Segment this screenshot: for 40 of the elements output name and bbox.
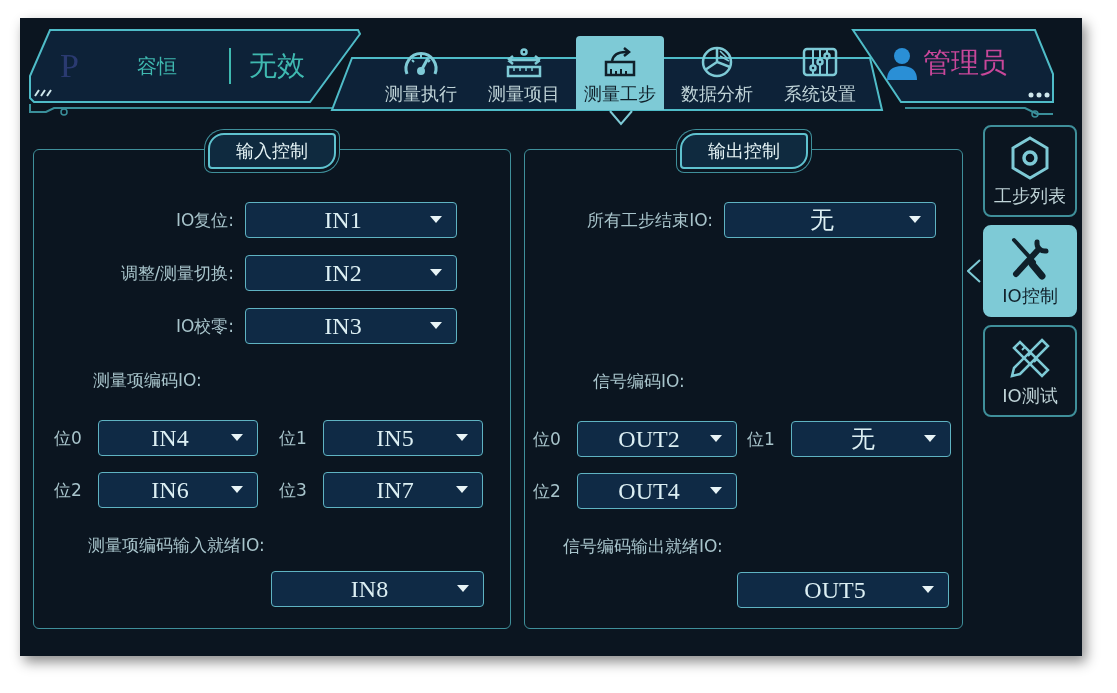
bit-label: 位3	[279, 478, 308, 502]
section-label: 测量项编码输入就绪IO:	[88, 534, 265, 557]
dropdown-field[interactable]: IN1	[245, 202, 457, 238]
dropdown-field[interactable]: IN5	[323, 420, 483, 456]
dropdown-field[interactable]: OUT4	[577, 473, 737, 509]
dropdown-field[interactable]: OUT5	[737, 572, 949, 608]
dropdown-field[interactable]: IN4	[98, 420, 258, 456]
dropdown-field[interactable]: OUT2	[577, 421, 737, 457]
dropdown-field[interactable]: 无	[791, 421, 951, 457]
side-tab[interactable]: 工步列表	[983, 125, 1077, 217]
status-text: 无效	[248, 48, 305, 84]
field-label: IO复位:	[174, 208, 234, 232]
bit-label: 位0	[54, 426, 83, 450]
nav-tab[interactable]: 数据分析	[666, 36, 767, 110]
field-label: 所有工步结束IO:	[586, 208, 713, 232]
dropdown-field[interactable]: IN3	[245, 308, 457, 344]
bit-label: 位2	[54, 478, 83, 502]
nav-tab[interactable]: 测量项目	[473, 36, 574, 110]
section-label: 信号编码输出就绪IO:	[563, 535, 723, 558]
side-tab[interactable]: IO测试	[983, 325, 1077, 417]
dropdown-field[interactable]: IN7	[323, 472, 483, 508]
side-tab[interactable]: IO控制	[983, 225, 1077, 317]
nav-tab[interactable]: 测量执行	[370, 36, 471, 110]
bit-label: 位1	[279, 426, 308, 450]
section-label: 信号编码IO:	[593, 370, 685, 393]
field-label: 调整/测量切换:	[119, 261, 234, 285]
bit-label: 位0	[533, 427, 562, 451]
dropdown-field[interactable]: IN2	[245, 255, 457, 291]
field-label: IO校零:	[174, 314, 234, 338]
bit-label: 位2	[533, 479, 562, 503]
dropdown-field[interactable]: IN6	[98, 472, 258, 508]
user-role: 管理员	[923, 45, 1007, 81]
dropdown-field[interactable]: IN8	[271, 571, 484, 607]
device-name: 容恒	[136, 52, 177, 80]
dropdown-field[interactable]: 无	[724, 202, 936, 238]
bit-label: 位1	[747, 427, 776, 451]
nav-tab[interactable]: 系统设置	[769, 36, 870, 110]
logo-letter: P	[60, 47, 79, 85]
nav-tab[interactable]: 测量工步	[576, 36, 664, 110]
section-label: 测量项编码IO:	[93, 369, 202, 392]
